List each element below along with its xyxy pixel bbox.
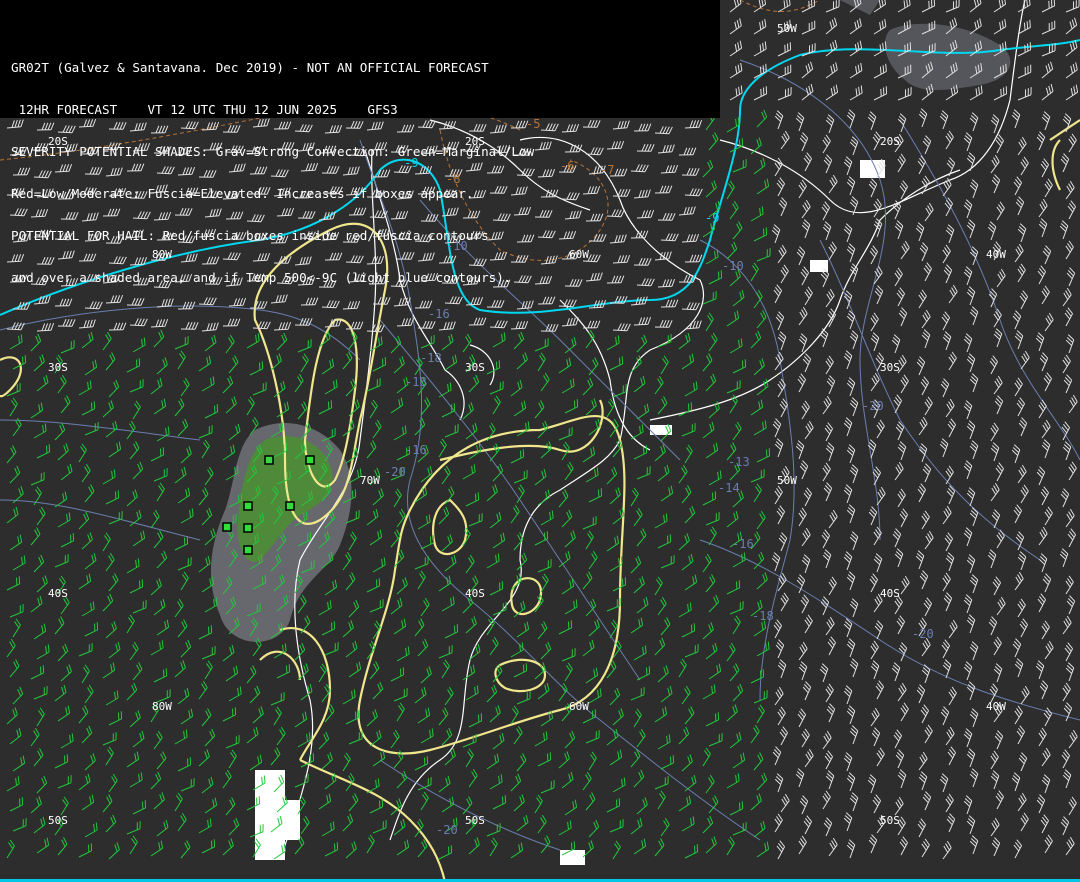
header-legend-line: SEVERITY POTENTIAL SHADES: Grav=Strong C… [11, 144, 535, 159]
lat-label: 30S [465, 361, 485, 374]
blue-temp-label: -16 [405, 443, 427, 457]
header-hail-line: and over a shaded area, and if Temp 500<… [11, 270, 512, 285]
blue-temp-label: -18 [752, 609, 774, 623]
blue-temp-label: -10 [722, 259, 744, 273]
header-title: GR02T (Galvez & Santavana. Dec 2019) - N… [11, 60, 489, 75]
lat-label: 50S [880, 814, 900, 827]
blue-temp-label: -16 [428, 307, 450, 321]
lon-label: 60W [569, 700, 589, 713]
hail-box [243, 501, 253, 511]
hail-box [305, 455, 315, 465]
lat-label: 50S [48, 814, 68, 827]
lat-label: 40S [48, 587, 68, 600]
blue-temp-label: -14 [718, 481, 740, 495]
blue-temp-label: -20 [436, 823, 458, 837]
header-hail-line: POTENTIAL FOR HAIL: Red/fuscia boxes ins… [11, 228, 489, 243]
hail-box [243, 545, 253, 555]
hail-box [264, 455, 274, 465]
blue-temp-label: -20 [384, 465, 406, 479]
hail-box [222, 522, 232, 532]
header-forecast-time: 12HR FORECAST VT 12 UTC THU 12 JUN 2025 … [11, 102, 398, 117]
lat-label: 40S [880, 587, 900, 600]
blue-temp-label: -18 [405, 375, 427, 389]
lon-label: 50W [777, 22, 797, 35]
lat-label: 30S [880, 361, 900, 374]
lat-label: 50S [465, 814, 485, 827]
lat-label: 40S [465, 587, 485, 600]
header-legend-line: Red=Low/Moderate: Fuscia=Elevated. Incre… [11, 186, 474, 201]
hail-box [285, 501, 295, 511]
lat-label: 30S [48, 361, 68, 374]
forecast-header: GR02T (Galvez & Santavana. Dec 2019) - N… [0, 0, 720, 285]
blue-temp-label: -16 [732, 537, 754, 551]
blue-temp-label: -18 [420, 351, 442, 365]
lon-label: 40W [986, 248, 1006, 261]
lon-label: 50W [777, 474, 797, 487]
blue-temp-label: -13 [728, 455, 750, 469]
lon-label: 70W [360, 474, 380, 487]
blue-temp-label: -20 [862, 399, 884, 413]
lon-label: 40W [986, 700, 1006, 713]
lat-label: 20S [880, 135, 900, 148]
hail-box [243, 523, 253, 533]
lon-label: 80W [152, 700, 172, 713]
blue-temp-label: -20 [912, 627, 934, 641]
